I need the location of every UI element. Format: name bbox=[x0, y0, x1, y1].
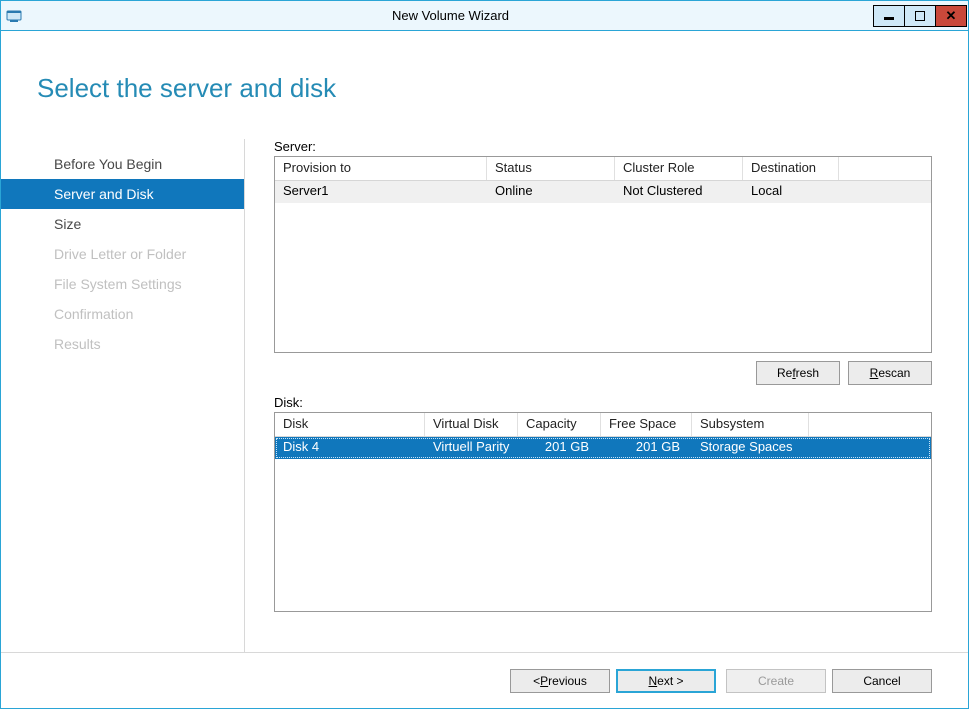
disk-section-label: Disk: bbox=[274, 395, 932, 410]
create-button: Create bbox=[726, 669, 826, 693]
cell-cluster: Not Clustered bbox=[615, 181, 743, 203]
col-disk[interactable]: Disk bbox=[275, 413, 425, 436]
col-cluster-role[interactable]: Cluster Role bbox=[615, 157, 743, 180]
app-icon bbox=[1, 1, 27, 31]
disk-grid-header: Disk Virtual Disk Capacity Free Space Su… bbox=[275, 413, 931, 437]
cell-dest: Local bbox=[743, 181, 839, 203]
cell-vdisk: Virtuell Parity bbox=[425, 437, 518, 459]
cancel-button[interactable]: Cancel bbox=[832, 669, 932, 693]
cell-sub: Storage Spaces bbox=[692, 437, 809, 459]
window-title: New Volume Wizard bbox=[27, 8, 874, 23]
cell-cap: 201 GB bbox=[518, 437, 601, 459]
step-confirmation: Confirmation bbox=[1, 299, 244, 329]
col-spacer bbox=[839, 157, 931, 180]
server-grid[interactable]: Provision to Status Cluster Role Destina… bbox=[274, 156, 932, 353]
minimize-button[interactable] bbox=[873, 5, 905, 27]
col-free-space[interactable]: Free Space bbox=[601, 413, 692, 436]
col-spacer2 bbox=[809, 413, 931, 436]
page-title: Select the server and disk bbox=[1, 31, 968, 104]
wizard-steps-sidebar: Before You Begin Server and Disk Size Dr… bbox=[1, 139, 245, 652]
cell-provision: Server1 bbox=[275, 181, 487, 203]
cell-free: 201 GB bbox=[601, 437, 692, 459]
step-size[interactable]: Size bbox=[1, 209, 244, 239]
disk-row[interactable]: Disk 4 Virtuell Parity 201 GB 201 GB Sto… bbox=[275, 437, 931, 459]
previous-button[interactable]: < Previous bbox=[510, 669, 610, 693]
server-grid-header: Provision to Status Cluster Role Destina… bbox=[275, 157, 931, 181]
close-button[interactable]: ✕ bbox=[935, 5, 967, 27]
server-row[interactable]: Server1 Online Not Clustered Local bbox=[275, 181, 931, 203]
col-vdisk[interactable]: Virtual Disk bbox=[425, 413, 518, 436]
step-before-you-begin[interactable]: Before You Begin bbox=[1, 149, 244, 179]
maximize-button[interactable] bbox=[904, 5, 936, 27]
col-capacity[interactable]: Capacity bbox=[518, 413, 601, 436]
step-results: Results bbox=[1, 329, 244, 359]
col-provision-to[interactable]: Provision to bbox=[275, 157, 487, 180]
col-destination[interactable]: Destination bbox=[743, 157, 839, 180]
title-bar: New Volume Wizard ✕ bbox=[1, 1, 968, 31]
col-status[interactable]: Status bbox=[487, 157, 615, 180]
disk-grid[interactable]: Disk Virtual Disk Capacity Free Space Su… bbox=[274, 412, 932, 612]
rescan-button[interactable]: Rescan bbox=[848, 361, 932, 385]
wizard-footer: < Previous Next > Create Cancel bbox=[1, 652, 968, 708]
next-button[interactable]: Next > bbox=[616, 669, 716, 693]
col-subsystem[interactable]: Subsystem bbox=[692, 413, 809, 436]
refresh-button[interactable]: Refresh bbox=[756, 361, 840, 385]
step-server-and-disk[interactable]: Server and Disk bbox=[1, 179, 244, 209]
step-drive-letter: Drive Letter or Folder bbox=[1, 239, 244, 269]
step-file-system: File System Settings bbox=[1, 269, 244, 299]
cell-status: Online bbox=[487, 181, 615, 203]
server-section-label: Server: bbox=[274, 139, 932, 154]
cell-disk: Disk 4 bbox=[275, 437, 425, 459]
